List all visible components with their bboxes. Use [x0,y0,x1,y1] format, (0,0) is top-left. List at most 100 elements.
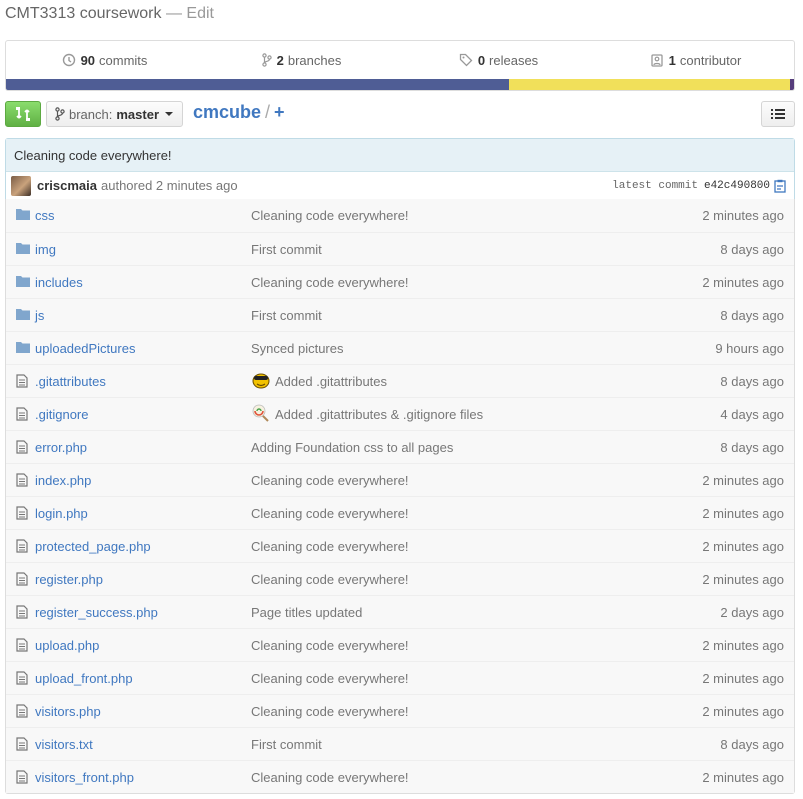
repo-description: CMT3313 coursework — Edit [5,5,214,23]
file-commit-message-link[interactable]: First commit [251,308,322,323]
file-commit-message-text: Cleaning code everywhere! [251,472,409,488]
file-age: 8 days ago [720,736,784,752]
file-icon [16,638,28,655]
compare-button[interactable] [5,101,41,127]
language-segment-css[interactable] [790,79,794,90]
file-commit-message-link[interactable]: Cleaning code everywhere! [251,539,409,554]
file-row: .gitattributes Added .gitattributes 8 days… [6,364,794,397]
file-name-link[interactable]: visitors.txt [35,737,93,752]
file-icon [16,737,28,754]
commit-meta: criscmaia authored 2 minutes ago latest … [6,171,794,199]
file-name-link[interactable]: includes [35,275,83,290]
emoji-face-icon [251,371,271,392]
organization-icon [651,54,663,67]
file-row: visitors_front.php Cleaning code everywhe… [6,760,794,793]
new-file-link[interactable]: + [274,102,285,122]
file-name-link[interactable]: upload_front.php [35,671,133,686]
file-commit-message-link[interactable]: Cleaning code everywhere! [251,208,409,223]
file-commit-message-link[interactable]: Cleaning code everywhere! [251,473,409,488]
file-row: img First commit 8 days ago [6,232,794,265]
file-commit-message-link[interactable]: Cleaning code everywhere! [251,704,409,719]
file-name-link[interactable]: register_success.php [35,605,158,620]
chevron-down-icon [165,112,174,116]
file-name-link[interactable]: visitors.php [35,704,101,719]
file-age: 2 minutes ago [702,571,784,587]
branch-select[interactable]: branch: master [46,101,183,127]
file-age: 2 minutes ago [702,670,784,686]
file-commit-message-text: Cleaning code everywhere! [251,670,409,686]
file-commit-message-link[interactable]: Synced pictures [251,341,344,356]
file-icon [16,671,28,688]
file-commit-message-link[interactable]: First commit [251,242,322,257]
tag-icon [459,53,473,67]
file-commit-message-link[interactable]: Cleaning code everywhere! [251,275,409,290]
file-row: register_success.php Page titles updated 2… [6,595,794,628]
file-age: 8 days ago [720,241,784,257]
file-commit-message-text: Added .gitattributes & .gitignore files [275,406,484,422]
commit-author-link[interactable]: criscmaia [37,178,97,193]
file-icon [16,704,28,721]
file-commit-message-link[interactable]: Cleaning code everywhere! [251,770,409,785]
file-commit-message-link[interactable]: Added .gitattributes & .gitignore files [251,404,483,425]
contributors-link[interactable]: 1 contributor [597,41,794,79]
commits-link[interactable]: 90 commits [6,41,203,79]
commit-message[interactable]: Cleaning code everywhere! [6,139,794,171]
commit-sha-link[interactable]: e42c490800 [704,180,770,192]
avatar[interactable] [11,175,31,196]
file-commit-message-link[interactable]: First commit [251,737,322,752]
language-segment-php[interactable] [6,79,509,90]
branches-link[interactable]: 2 branches [203,41,400,79]
file-row: protected_page.php Cleaning code everywhe… [6,529,794,562]
breadcrumb-root-link[interactable]: cmcube [193,102,261,122]
file-commit-message-text: Page titles updated [251,604,363,620]
file-commit-message-link[interactable]: Cleaning code everywhere! [251,572,409,587]
latest-commit-info: latest commit e42c490800 [612,179,786,193]
language-segment-javascript[interactable] [509,79,790,90]
file-commit-message-link[interactable]: Cleaning code everywhere! [251,638,409,653]
file-age: 8 days ago [720,439,784,455]
file-name-link[interactable]: .gitattributes [35,374,106,389]
clipboard-icon[interactable] [774,179,786,193]
file-name-link[interactable]: upload.php [35,638,99,653]
file-commit-message-link[interactable]: Adding Foundation css to all pages [251,440,453,455]
file-commit-message-link[interactable]: Page titles updated [251,605,362,620]
file-name-link[interactable]: img [35,242,56,257]
file-name-link[interactable]: js [35,308,44,323]
file-icon [16,374,28,391]
branch-name: master [116,106,160,122]
file-name-link[interactable]: protected_page.php [35,539,151,554]
file-row: index.php Cleaning code everywhere! 2 minu… [6,463,794,496]
edit-description-link[interactable]: — Edit [166,5,214,22]
language-bar[interactable] [6,79,794,90]
file-row: visitors.txt First commit 8 days ago [6,727,794,760]
file-commit-message-text: Cleaning code everywhere! [251,274,409,290]
file-commit-message-link[interactable]: Cleaning code everywhere! [251,506,409,521]
file-name-link[interactable]: index.php [35,473,91,488]
branch-prefix: branch: [69,106,113,122]
emoji-lollipop-icon [251,404,271,425]
file-name-link[interactable]: login.php [35,506,88,521]
file-name-link[interactable]: register.php [35,572,103,587]
file-navigation: branch: master cmcube / + [5,101,795,127]
file-name-link[interactable]: css [35,208,55,223]
file-table: css Cleaning code everywhere! 2 minutes ag… [5,199,795,794]
file-commit-message-link[interactable]: Added .gitattributes [251,371,387,392]
file-age: 2 minutes ago [702,769,784,785]
file-commit-message-link[interactable]: Cleaning code everywhere! [251,671,409,686]
file-row: includes Cleaning code everywhere! 2 minut… [6,265,794,298]
file-commit-message-text: Cleaning code everywhere! [251,538,409,554]
file-row: register.php Cleaning code everywhere! 2 m… [6,562,794,595]
releases-link[interactable]: 0 releases [400,41,597,79]
file-name-link[interactable]: uploadedPictures [35,341,135,356]
repo-description-text: CMT3313 coursework [5,5,162,22]
file-name-link[interactable]: visitors_front.php [35,770,134,785]
file-name-link[interactable]: error.php [35,440,87,455]
compare-icon [16,107,30,121]
repo-stats: 90 commits 2 branches 0 releases 1 contr… [5,40,795,91]
file-age: 2 minutes ago [702,703,784,719]
file-row: uploadedPictures Synced pictures 9 hours a… [6,331,794,364]
view-options-button[interactable] [761,101,795,127]
folder-icon [16,341,30,356]
file-icon [16,473,28,490]
file-name-link[interactable]: .gitignore [35,407,88,422]
